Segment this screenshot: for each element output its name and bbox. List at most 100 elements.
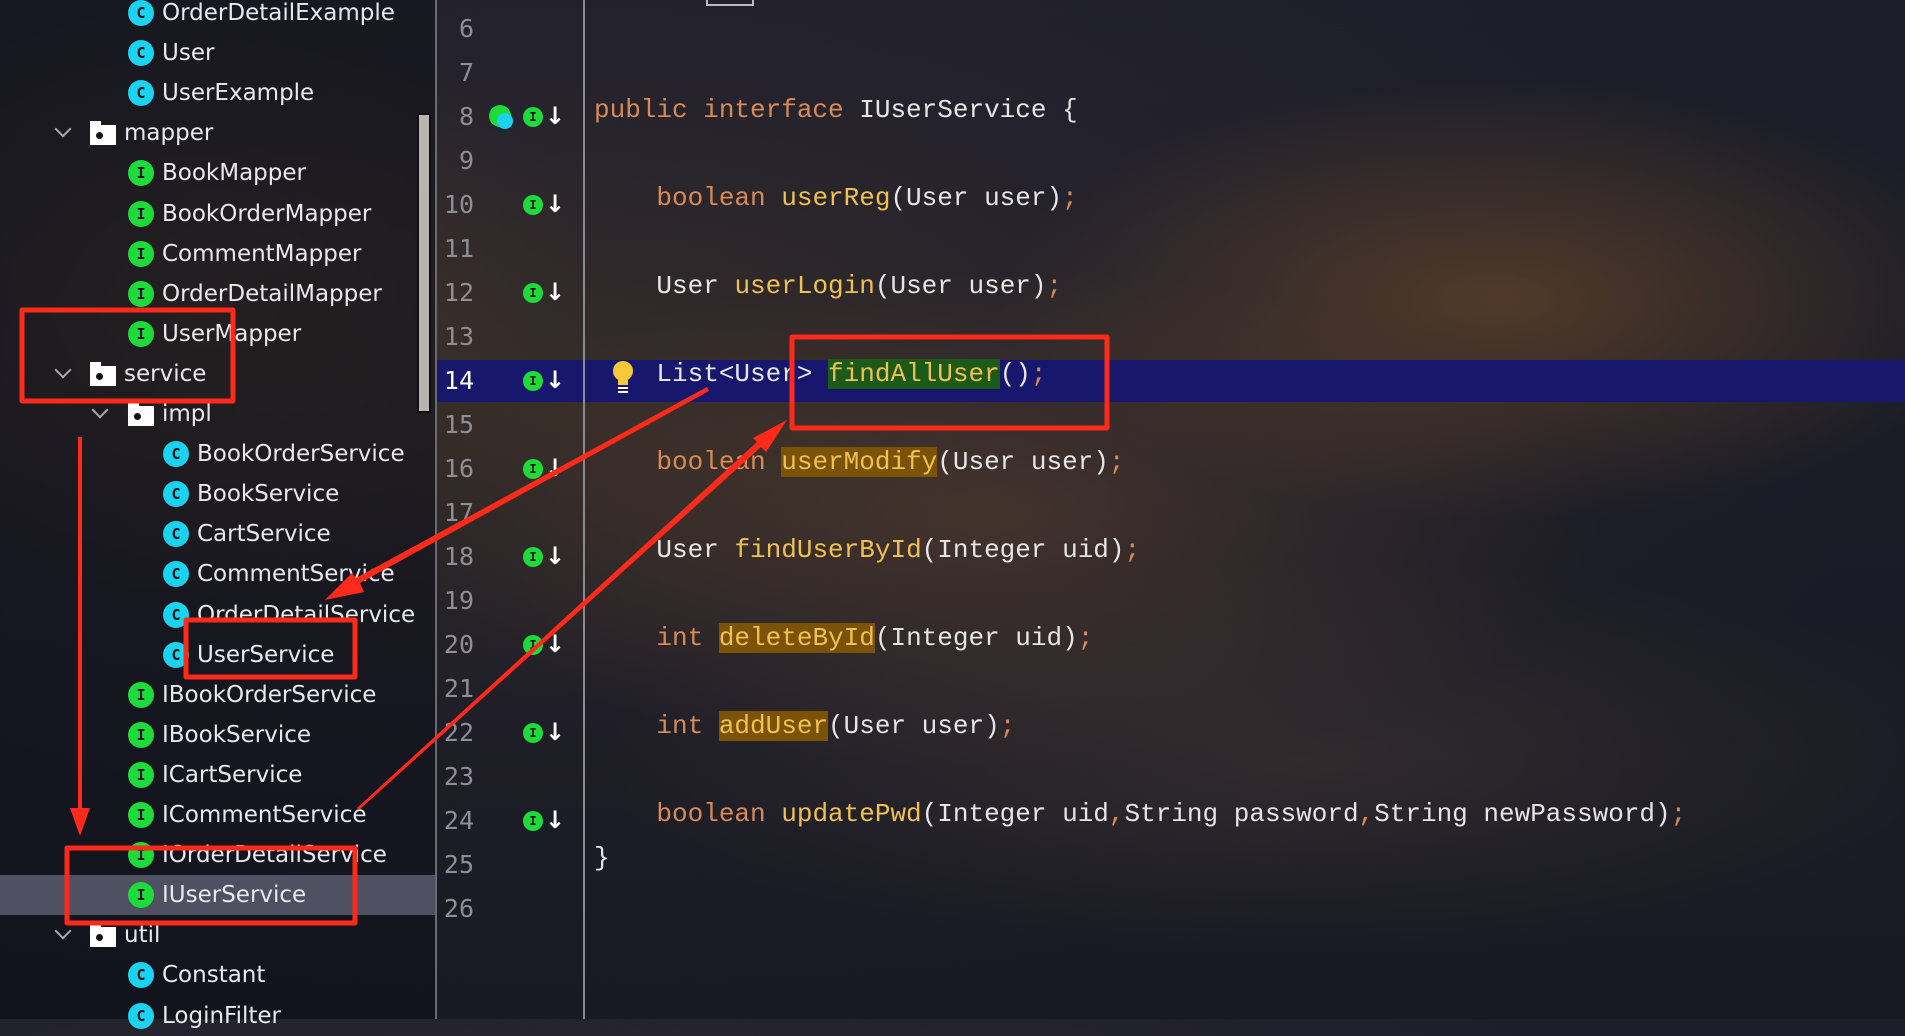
code-line[interactable]: } [594,843,610,887]
tree-item[interactable]: I BookOrderMapper [0,194,435,234]
tree-item[interactable]: I IUserService [0,875,435,916]
code-token: (User user) [890,183,1063,213]
chevron-down-icon[interactable] [54,120,72,138]
tree-item[interactable]: C UserExample [0,73,435,113]
class-icon: C [163,441,189,468]
code-token: userModify [781,447,938,477]
tree-item[interactable]: mapper [0,113,435,153]
interface-icon: I [523,547,543,567]
code-line[interactable]: List<User> findAllUser(); [594,359,1047,403]
code-token: (Integer uid) [921,535,1125,565]
tree-item[interactable]: C LoginFilter [0,996,435,1036]
arrow-down-icon: ↓ [545,102,566,130]
line-number: 18 [443,542,474,571]
implemented-icon[interactable]: I ↓ [523,806,565,836]
tree-item[interactable]: I ICommentService [0,795,435,835]
code-line[interactable]: int deleteById(Integer uid); [594,623,1093,667]
code-line[interactable]: int addUser(User user); [594,711,1015,755]
line-number: 6 [458,14,474,43]
tree-item-label: ICartService [162,761,303,788]
code-token: IUserService { [859,95,1078,125]
code-token: int [594,623,719,653]
divider [435,0,437,1019]
tree-item[interactable]: I CommentMapper [0,234,435,274]
implemented-icon[interactable]: I ↓ [523,630,565,660]
code-token: addUser [718,711,829,741]
implemented-icon[interactable]: I ↓ [523,190,565,220]
tree-item[interactable]: C CartService [0,514,435,554]
tree-item[interactable]: impl [0,394,435,434]
project-tree-scrollbar[interactable] [417,113,431,413]
tree-item-label: LoginFilter [162,1002,282,1029]
implemented-icon[interactable]: I ↓ [523,278,565,308]
implemented-icon[interactable]: I ↓ [523,366,565,396]
tree-item[interactable]: C OrderDetailExample [0,0,435,33]
tree-item[interactable]: C UserService [0,635,435,675]
line-number: 15 [443,410,474,439]
tree-item-label: mapper [124,120,214,147]
interface-icon: I [128,280,154,307]
class-icon: C [128,80,154,107]
line-number: 12 [443,278,474,307]
gutter-divider [583,0,585,1019]
interface-icon: I [523,195,543,215]
tree-item[interactable]: I IBookOrderService [0,675,435,715]
line-number: 19 [443,586,474,615]
interface-icon: I [523,371,543,391]
tree-item[interactable]: C User [0,33,435,73]
code-token: boolean [594,447,782,477]
tree-item[interactable]: I OrderDetailMapper [0,274,435,314]
implemented-interface-icon[interactable]: I ↓ [488,102,565,134]
tree-item[interactable]: C OrderDetailService [0,595,435,635]
code-token: updatePwd [781,799,922,829]
code-line[interactable]: boolean updatePwd(Integer uid,String pas… [594,799,1686,843]
tree-item[interactable]: C BookOrderService [0,434,435,474]
tree-item[interactable]: util [0,915,435,955]
chevron-down-icon[interactable] [54,922,72,940]
tree-item-label: IBookOrderService [162,681,377,708]
code-token: interface [703,95,860,125]
tree-item-label: CommentMapper [162,240,362,267]
implemented-icon[interactable]: I ↓ [523,718,565,748]
code-line[interactable]: User findUserById(Integer uid); [594,535,1140,579]
interface-icon: I [523,811,543,831]
tree-item[interactable]: I BookMapper [0,153,435,193]
code-token: ; [1030,359,1047,389]
arrow-down-icon: ↓ [545,278,566,306]
code-token: , [1358,799,1375,829]
line-number: 23 [443,762,474,791]
code-token: boolean [594,183,782,213]
code-line[interactable]: public interface IUserService { [594,95,1078,139]
interface-icon: I [523,283,543,303]
implemented-icon[interactable]: I ↓ [523,454,565,484]
tree-item[interactable]: I IBookService [0,715,435,755]
tree-item[interactable]: I IOrderDetailService [0,835,435,875]
tree-item[interactable]: I UserMapper [0,314,435,354]
implemented-icon[interactable]: I ↓ [523,542,565,572]
code-line[interactable]: boolean userModify(User user); [594,447,1125,491]
tree-item[interactable]: C BookService [0,474,435,514]
implemented-by-class-icon[interactable] [488,104,518,134]
tree-item[interactable]: C CommentService [0,554,435,594]
code-line[interactable]: boolean userReg(User user); [594,183,1077,227]
chevron-down-icon[interactable] [54,361,72,379]
lightbulb-icon[interactable] [610,360,636,396]
line-number: 26 [443,894,474,923]
chevron-down-icon[interactable] [91,401,109,419]
class-icon: C [128,1002,154,1029]
code-line[interactable]: User userLogin(User user); [594,271,1062,315]
code-token: userLogin [734,271,875,301]
interface-icon: I [128,240,154,267]
code-token: () [999,359,1031,389]
line-number: 25 [443,850,474,879]
class-icon: C [163,561,189,588]
package-folder-icon [90,923,116,948]
tree-item[interactable]: I ICartService [0,755,435,795]
tree-item-label: ICommentService [162,802,367,828]
code-token: (Integer uid [921,799,1109,829]
tree-item[interactable]: service [0,354,435,394]
interface-icon: I [128,160,154,187]
tree-item[interactable]: C Constant [0,955,435,995]
code-token: ; [1077,623,1094,653]
code-token: } [594,843,610,873]
